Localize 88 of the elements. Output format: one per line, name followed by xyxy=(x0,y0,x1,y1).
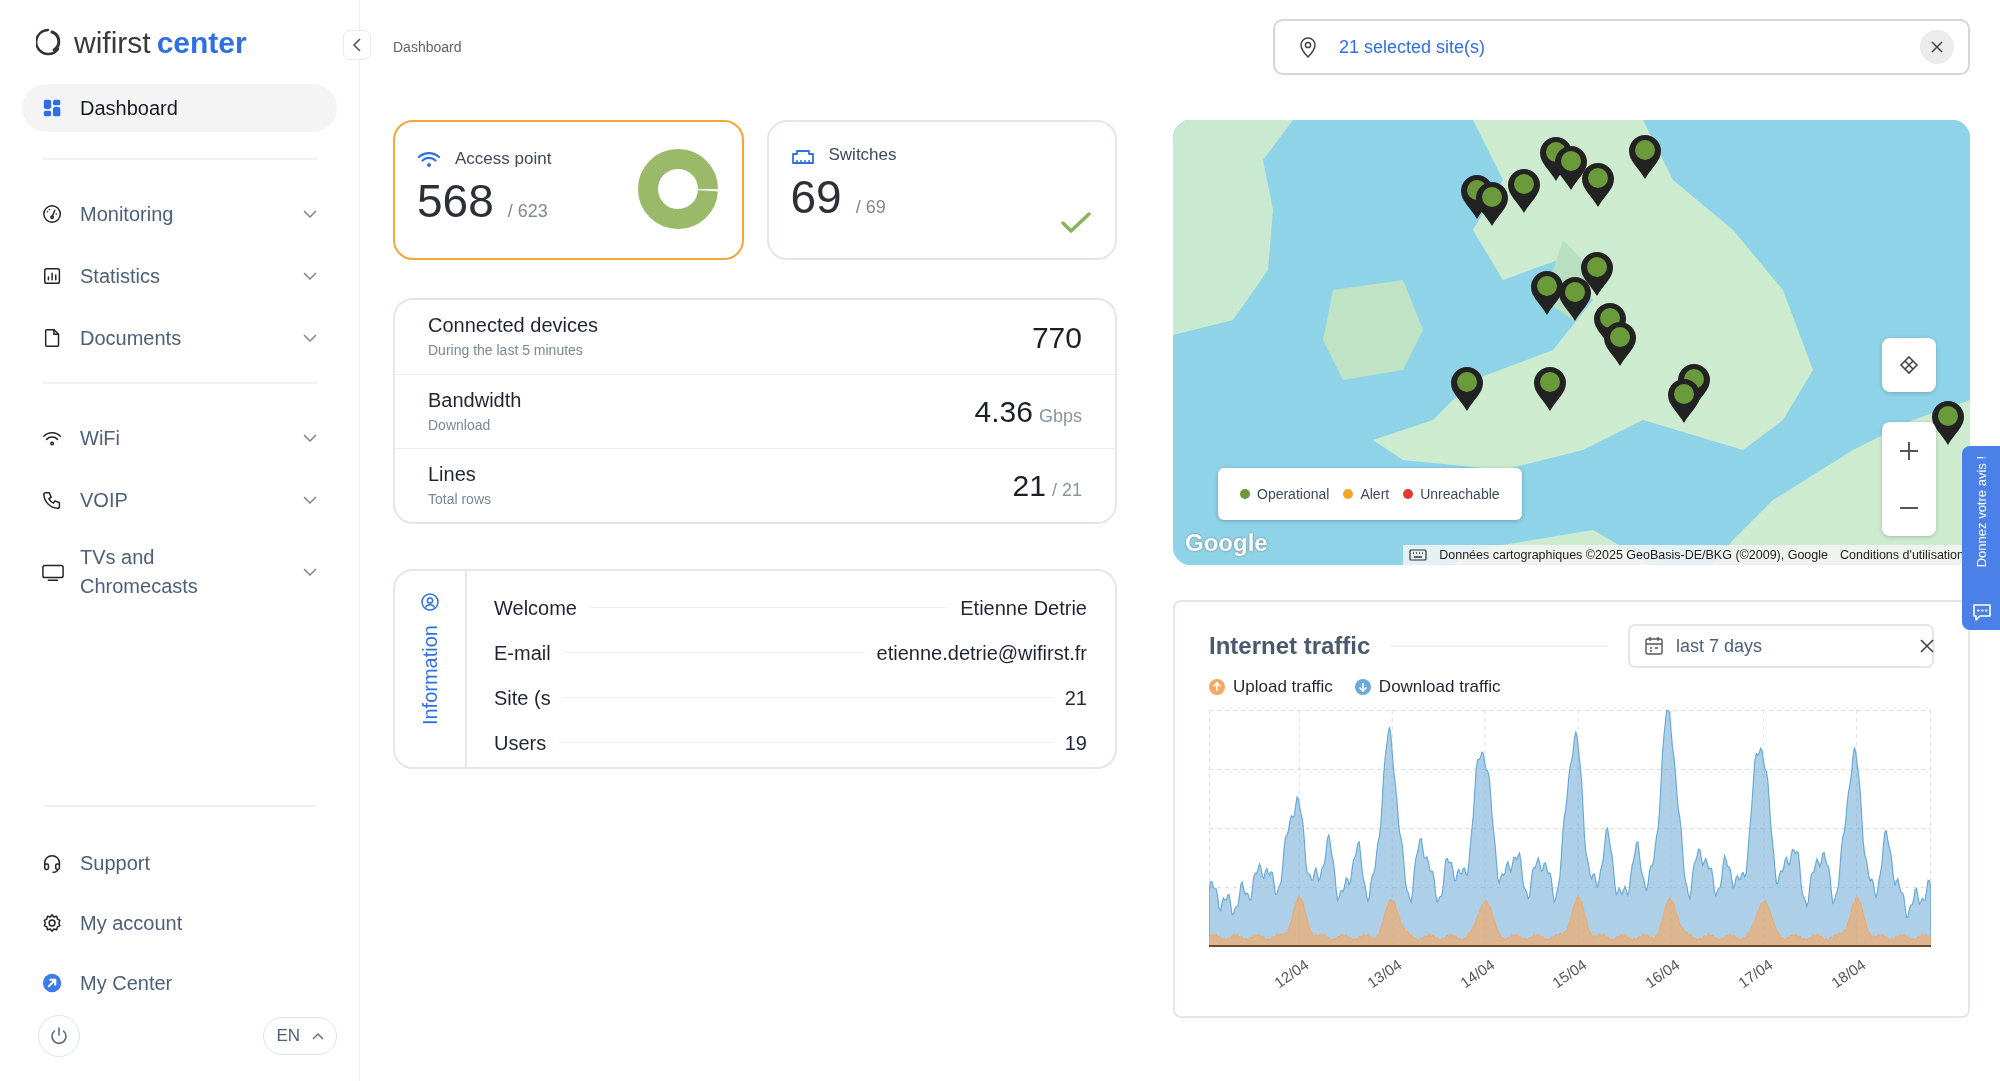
sidebar-item[interactable]: Monitoring xyxy=(22,190,337,238)
info-value: 19 xyxy=(1064,730,1087,756)
sidebar-item[interactable]: Statistics xyxy=(22,252,337,300)
stat-caption: During the last 5 minutes xyxy=(428,341,584,360)
keyboard-icon xyxy=(1409,549,1428,561)
collapse-button[interactable] xyxy=(343,30,371,60)
sidebar-item[interactable]: Support xyxy=(22,839,337,887)
map-marker-icon xyxy=(1554,145,1589,191)
info-label: Welcome xyxy=(494,595,577,621)
map-marker-icon xyxy=(1507,167,1542,214)
card-total: / 623 xyxy=(507,199,548,223)
breadcrumb: Dashboard xyxy=(393,37,462,57)
info-label: Users xyxy=(494,730,547,756)
minus-icon xyxy=(1899,505,1919,510)
stat-caption: Total rows xyxy=(428,489,492,509)
map-marker-icon xyxy=(1558,276,1593,323)
map-pin-icon xyxy=(1299,36,1317,58)
terms-link[interactable]: Conditions d'utilisation xyxy=(1840,545,1964,565)
upload-icon xyxy=(1209,678,1225,695)
arrow-circle-icon xyxy=(42,972,64,994)
site-selector[interactable]: 21 selected site(s) xyxy=(1273,19,1970,75)
language-selector[interactable]: EN xyxy=(263,1017,337,1055)
card-value: 568 xyxy=(417,175,494,227)
map-marker-icon xyxy=(1602,321,1637,367)
map-marker-icon xyxy=(1581,161,1616,208)
stat-label: Bandwidth xyxy=(428,387,522,412)
stat-unit: / 21 xyxy=(1051,480,1082,500)
feedback-tab[interactable]: Donnez votre avis ! xyxy=(1962,446,2000,630)
legend-label: Operational xyxy=(1257,484,1330,504)
sidebar-item[interactable]: WiFi xyxy=(22,414,337,462)
settings-icon xyxy=(42,912,64,934)
close-icon xyxy=(1931,41,1943,53)
info-label: E-mail xyxy=(494,640,551,666)
map-marker-icon xyxy=(1628,133,1663,180)
close-icon xyxy=(1920,639,1934,653)
user-circle-icon xyxy=(421,593,439,611)
clear-button[interactable] xyxy=(1920,639,1934,653)
legend-label: Alert xyxy=(1360,484,1390,504)
chevron-up-icon xyxy=(312,1032,324,1040)
chat-icon xyxy=(1972,602,1992,622)
stat-label: Lines xyxy=(428,461,477,486)
date-range-input[interactable]: last 7 days xyxy=(1676,632,1908,660)
check-icon xyxy=(1061,212,1091,234)
legend-label: Download traffic xyxy=(1378,676,1501,698)
calendar-icon xyxy=(1644,636,1664,656)
logo-text: wifirst center xyxy=(74,24,247,61)
stat-value: 4.36 xyxy=(974,395,1033,428)
card-title: Switches xyxy=(828,144,897,166)
stat-value: 770 xyxy=(1031,320,1082,354)
map-type-button[interactable] xyxy=(1882,338,1936,392)
gauge-icon xyxy=(42,203,64,225)
info-label: Site (s xyxy=(494,685,551,711)
card-title: Access point xyxy=(455,148,552,170)
stat-label: Connected devices xyxy=(428,313,599,337)
date-range-field[interactable]: last 7 days xyxy=(1628,624,1934,668)
stat-unit: Gbps xyxy=(1038,406,1082,426)
legend-label: Upload traffic xyxy=(1233,676,1333,698)
plus-icon xyxy=(1899,440,1919,461)
sidebar-item[interactable]: Documents xyxy=(22,314,337,362)
info-value: etienne.detrie@wifirst.fr xyxy=(876,640,1087,666)
map-attribution: Données cartographiques ©2025 GeoBasis-DE/BKG (©2009), Google xyxy=(1439,546,1828,564)
map-marker-icon xyxy=(1475,180,1510,227)
map-marker-icon xyxy=(1532,365,1567,412)
sidebar-item[interactable]: VOIP xyxy=(22,476,337,524)
site-input[interactable]: 21 selected site(s) xyxy=(1339,33,1898,61)
map-marker-icon xyxy=(1530,270,1565,316)
sidebar-item[interactable]: My account xyxy=(22,899,337,947)
download-icon xyxy=(1354,678,1371,695)
stat-caption: Download xyxy=(428,415,492,435)
section-title: Information xyxy=(418,625,442,726)
legend-label: Unreachable xyxy=(1420,484,1500,504)
sidebar-item[interactable]: My Center xyxy=(22,959,337,1007)
sidebar-item[interactable]: Dashboard xyxy=(22,84,337,132)
map-marker-icon xyxy=(1449,365,1484,412)
card-total: / 69 xyxy=(855,195,886,219)
info-value: 21 xyxy=(1064,685,1087,711)
info-value: Etienne Detrie xyxy=(960,595,1087,621)
map-marker-icon xyxy=(1666,378,1701,425)
power-icon xyxy=(49,1026,69,1046)
stat-value: 21 xyxy=(1012,469,1046,502)
map-marker-icon xyxy=(1579,250,1614,297)
map-provider-logo: Google xyxy=(1185,528,1268,558)
card-value: 69 xyxy=(790,171,842,223)
power-button[interactable] xyxy=(38,1015,80,1057)
sidebar-item[interactable]: TVs and Chromecasts xyxy=(22,538,337,606)
map-marker-icon xyxy=(1930,400,1965,447)
card-title: Internet traffic xyxy=(1209,631,1371,661)
chevron-left-icon xyxy=(352,38,362,52)
